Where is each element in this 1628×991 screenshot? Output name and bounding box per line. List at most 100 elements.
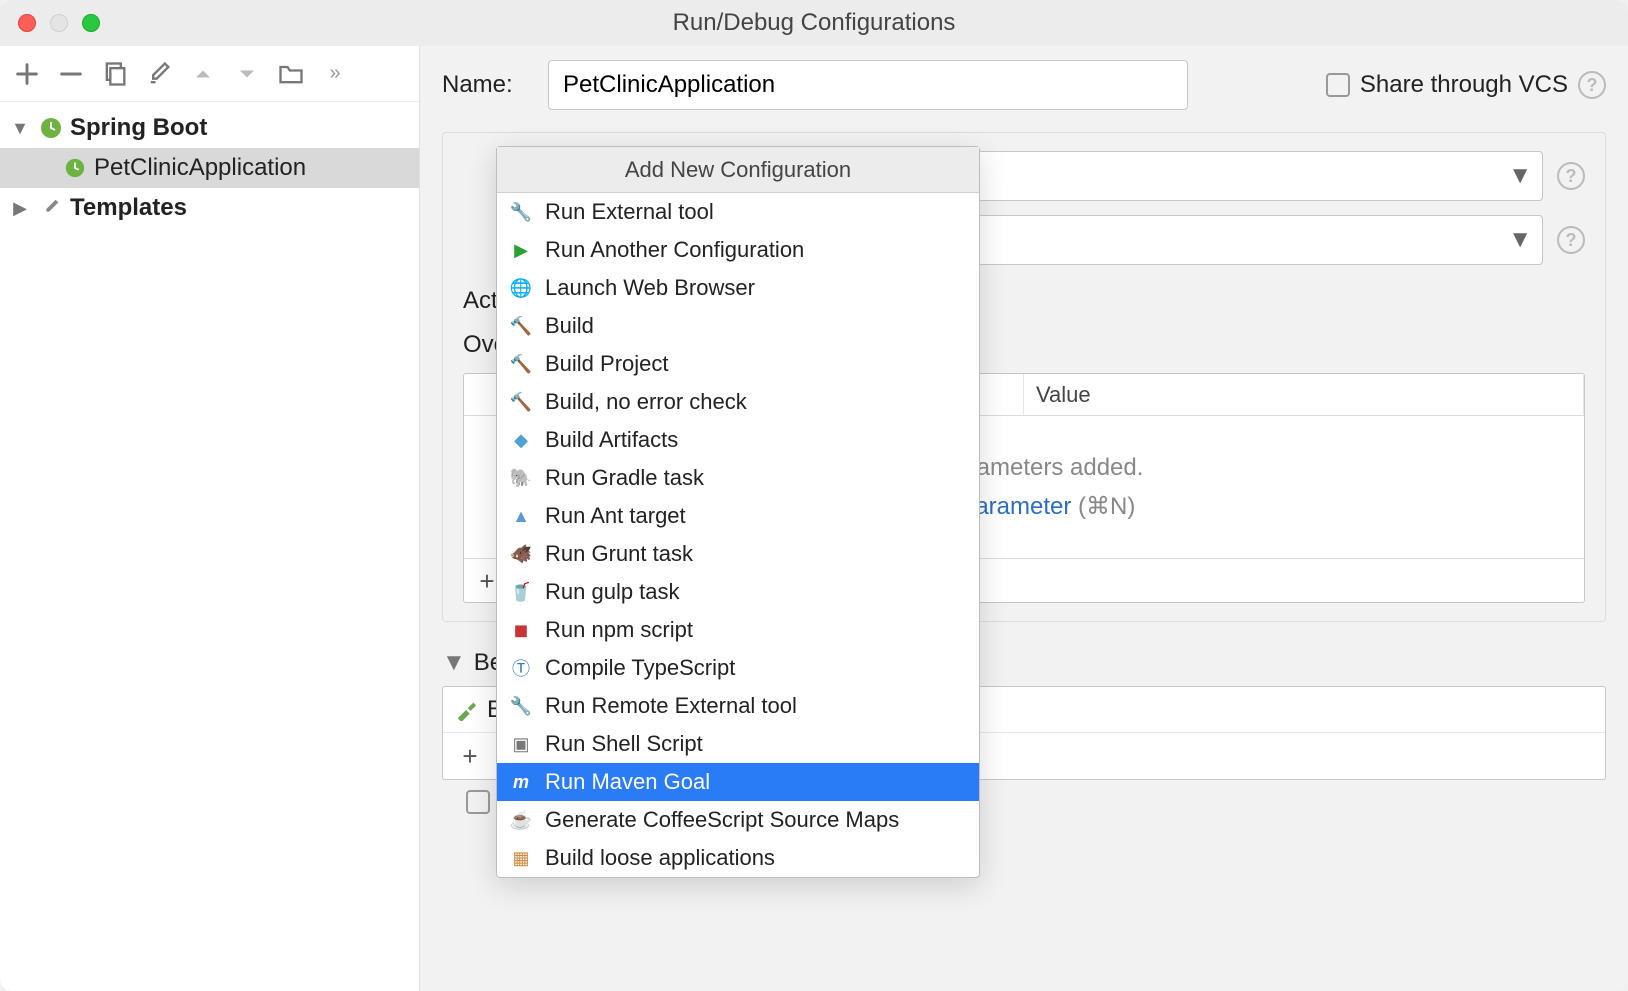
add-task-button[interactable]: + — [453, 739, 487, 773]
gradle-icon: 🐘 — [509, 466, 533, 490]
item-label: Run Another Configuration — [545, 237, 804, 263]
tree-label: PetClinicApplication — [94, 154, 306, 182]
close-window-button[interactable] — [18, 14, 36, 32]
popup-item-launch-web-browser[interactable]: 🌐 Launch Web Browser — [497, 269, 979, 307]
wrench-icon — [38, 195, 64, 221]
show-this-page-checkbox[interactable] — [466, 790, 490, 814]
spring-boot-icon — [38, 115, 64, 141]
wrench-icon: 🔧 — [509, 694, 533, 718]
popup-item-build-no-error-check[interactable]: 🔨 Build, no error check — [497, 383, 979, 421]
more-tools-button[interactable]: » — [318, 57, 352, 91]
hammer-icon — [455, 699, 477, 721]
hammer-icon: 🔨 — [509, 390, 533, 414]
hammer-icon: 🔨 — [509, 314, 533, 338]
popup-item-run-gulp-task[interactable]: 🥤 Run gulp task — [497, 573, 979, 611]
configurations-sidebar: » ▼ Spring Boot PetClinicApplication ▶ T… — [0, 46, 420, 991]
wrench-icon: 🔧 — [509, 200, 533, 224]
item-label: Build Project — [545, 351, 669, 377]
popup-item-run-ant-target[interactable]: ▲ Run Ant target — [497, 497, 979, 535]
item-label: Build loose applications — [545, 845, 775, 871]
loose-app-icon: ▦ — [509, 846, 533, 870]
folder-button[interactable] — [274, 57, 308, 91]
item-label: Generate CoffeeScript Source Maps — [545, 807, 899, 833]
item-label: Build, no error check — [545, 389, 747, 415]
item-label: Launch Web Browser — [545, 275, 755, 301]
tree-label: Spring Boot — [70, 114, 207, 142]
popup-item-compile-typescript[interactable]: Ⓣ Compile TypeScript — [497, 649, 979, 687]
artifact-icon: ◆ — [509, 428, 533, 452]
ant-icon: ▲ — [509, 504, 533, 528]
item-label: Run Gradle task — [545, 465, 704, 491]
move-down-button[interactable] — [230, 57, 264, 91]
popup-item-run-gradle-task[interactable]: 🐘 Run Gradle task — [497, 459, 979, 497]
share-label: Share through VCS — [1360, 71, 1568, 99]
copy-configuration-button[interactable] — [98, 57, 132, 91]
popup-item-build-artifacts[interactable]: ◆ Build Artifacts — [497, 421, 979, 459]
coffeescript-icon: ☕ — [509, 808, 533, 832]
typescript-icon: Ⓣ — [509, 656, 533, 680]
tree-node-spring-boot[interactable]: ▼ Spring Boot — [0, 108, 419, 148]
gulp-icon: 🥤 — [509, 580, 533, 604]
item-label: Run External tool — [545, 199, 714, 225]
item-label: Run Ant target — [545, 503, 686, 529]
configuration-name-input[interactable] — [548, 60, 1188, 110]
share-checkbox[interactable] — [1326, 73, 1350, 97]
popup-item-build-loose-applications[interactable]: ▦ Build loose applications — [497, 839, 979, 877]
chevron-down-icon: ▼ — [1508, 162, 1532, 190]
tree-node-templates[interactable]: ▶ Templates — [0, 188, 419, 228]
name-label: Name: — [442, 71, 528, 99]
grid-col-value: Value — [1024, 374, 1584, 415]
tree-node-petclinic[interactable]: PetClinicApplication — [0, 148, 419, 188]
configurations-tree: ▼ Spring Boot PetClinicApplication ▶ Tem… — [0, 102, 419, 991]
add-configuration-button[interactable] — [10, 57, 44, 91]
remove-configuration-button[interactable] — [54, 57, 88, 91]
popup-item-run-remote-external-tool[interactable]: 🔧 Run Remote External tool — [497, 687, 979, 725]
popup-item-build-project[interactable]: 🔨 Build Project — [497, 345, 979, 383]
item-label: Run Maven Goal — [545, 769, 710, 795]
item-label: Run gulp task — [545, 579, 680, 605]
hammer-icon: 🔨 — [509, 352, 533, 376]
tree-label: Templates — [70, 194, 187, 222]
chevron-down-icon: ▼ — [442, 649, 466, 677]
help-icon[interactable]: ? — [1557, 226, 1585, 254]
maven-icon: m — [509, 770, 533, 794]
npm-icon: ◼ — [509, 618, 533, 642]
titlebar: Run/Debug Configurations — [0, 0, 1628, 46]
item-label: Run Remote External tool — [545, 693, 797, 719]
expand-toggle-icon[interactable]: ▼ — [8, 118, 32, 139]
edit-templates-button[interactable] — [142, 57, 176, 91]
move-up-button[interactable] — [186, 57, 220, 91]
expand-toggle-icon[interactable]: ▶ — [8, 198, 32, 219]
globe-icon: 🌐 — [509, 276, 533, 300]
share-through-vcs[interactable]: Share through VCS ? — [1326, 71, 1606, 99]
play-icon: ▶ — [509, 238, 533, 262]
item-label: Run npm script — [545, 617, 693, 643]
grunt-icon: 🐗 — [509, 542, 533, 566]
zoom-window-button[interactable] — [82, 14, 100, 32]
item-label: Build Artifacts — [545, 427, 678, 453]
spring-boot-icon — [62, 155, 88, 181]
chevron-down-icon: ▼ — [1508, 226, 1532, 254]
run-debug-configurations-window: Run/Debug Configurations » ▼ Spring Boot — [0, 0, 1628, 991]
popup-item-run-maven-goal[interactable]: m Run Maven Goal — [497, 763, 979, 801]
window-title: Run/Debug Configurations — [673, 9, 956, 37]
popup-item-build[interactable]: 🔨 Build — [497, 307, 979, 345]
help-icon[interactable]: ? — [1578, 71, 1606, 99]
popup-item-run-external-tool[interactable]: 🔧 Run External tool — [497, 193, 979, 231]
help-icon[interactable]: ? — [1557, 162, 1585, 190]
minimize-window-button[interactable] — [50, 14, 68, 32]
add-new-configuration-popup: Add New Configuration 🔧 Run External tool… — [496, 146, 980, 878]
popup-item-run-grunt-task[interactable]: 🐗 Run Grunt task — [497, 535, 979, 573]
name-row: Name: Share through VCS ? — [442, 60, 1606, 110]
shell-icon: ▣ — [509, 732, 533, 756]
popup-item-run-another-configuration[interactable]: ▶ Run Another Configuration — [497, 231, 979, 269]
item-label: Run Grunt task — [545, 541, 693, 567]
popup-item-generate-coffeescript-source-maps[interactable]: ☕ Generate CoffeeScript Source Maps — [497, 801, 979, 839]
item-label: Run Shell Script — [545, 731, 703, 757]
popup-item-run-npm-script[interactable]: ◼ Run npm script — [497, 611, 979, 649]
add-parameter-shortcut: (⌘N) — [1078, 493, 1135, 520]
popup-item-run-shell-script[interactable]: ▣ Run Shell Script — [497, 725, 979, 763]
popup-title: Add New Configuration — [497, 147, 979, 193]
item-label: Build — [545, 313, 594, 339]
item-label: Compile TypeScript — [545, 655, 735, 681]
